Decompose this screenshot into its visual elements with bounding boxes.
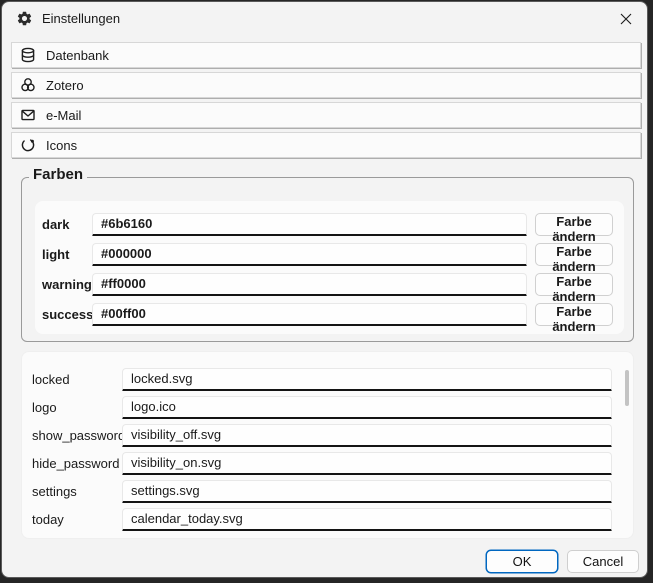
settings-dialog: Einstellungen Datenbank Zotero <box>1 1 648 578</box>
icon-row-logo: logo <box>32 393 633 421</box>
colors-group-title: Farben <box>29 166 87 183</box>
color-row-dark: dark Farbe ändern <box>35 209 624 239</box>
icon-file-input-logo[interactable] <box>122 396 612 419</box>
color-row-success: success Farbe ändern <box>35 299 624 329</box>
icon-row-show-password: show_password <box>32 421 633 449</box>
section-datenbank[interactable]: Datenbank <box>11 42 641 68</box>
section-email[interactable]: e-Mail <box>11 102 641 128</box>
titlebar[interactable]: Einstellungen <box>2 2 647 35</box>
gear-icon <box>16 10 33 27</box>
change-color-button[interactable]: Farbe ändern <box>535 213 613 236</box>
dialog-footer: OK Cancel <box>2 539 647 573</box>
icon-row-settings: settings <box>32 477 633 505</box>
color-label: warning <box>42 277 92 292</box>
color-label: dark <box>42 217 92 232</box>
section-icons[interactable]: Icons <box>11 132 641 158</box>
section-label: Zotero <box>46 78 84 93</box>
change-color-button[interactable]: Farbe ändern <box>535 303 613 326</box>
icon-label: settings <box>32 484 122 499</box>
ok-button[interactable]: OK <box>486 550 558 573</box>
icon-files-panel: locked logo show_password hide_password … <box>21 351 634 539</box>
cancel-button[interactable]: Cancel <box>567 550 639 573</box>
icon-file-input-locked[interactable] <box>122 368 612 391</box>
color-row-light: light Farbe ändern <box>35 239 624 269</box>
colors-groupbox: Farben dark Farbe ändern light Farbe änd… <box>21 177 634 342</box>
section-label: Icons <box>46 138 77 153</box>
colors-panel: dark Farbe ändern light Farbe ändern war… <box>35 201 624 334</box>
color-value-input-warning[interactable] <box>92 273 527 296</box>
window-title: Einstellungen <box>42 11 120 26</box>
zotero-icon <box>20 77 36 93</box>
icon-row-locked: locked <box>32 365 633 393</box>
change-color-button[interactable]: Farbe ändern <box>535 273 613 296</box>
color-value-input-dark[interactable] <box>92 213 527 236</box>
color-value-input-light[interactable] <box>92 243 527 266</box>
mail-icon <box>20 107 36 123</box>
refresh-icon <box>20 137 36 153</box>
icon-row-hide-password: hide_password <box>32 449 633 477</box>
vertical-scrollbar[interactable] <box>625 370 629 406</box>
color-row-warning: warning Farbe ändern <box>35 269 624 299</box>
icon-label: hide_password <box>32 456 122 471</box>
icon-file-input-hide-password[interactable] <box>122 452 612 475</box>
color-label: success <box>42 307 92 322</box>
section-zotero[interactable]: Zotero <box>11 72 641 98</box>
icon-file-input-settings[interactable] <box>122 480 612 503</box>
section-label: e-Mail <box>46 108 81 123</box>
color-label: light <box>42 247 92 262</box>
icon-label: today <box>32 512 122 527</box>
icon-label: locked <box>32 372 122 387</box>
database-icon <box>20 47 36 63</box>
icon-file-input-today[interactable] <box>122 508 612 531</box>
close-button[interactable] <box>605 4 647 34</box>
icon-file-input-show-password[interactable] <box>122 424 612 447</box>
change-color-button[interactable]: Farbe ändern <box>535 243 613 266</box>
icon-label: logo <box>32 400 122 415</box>
icon-label: show_password <box>32 428 122 443</box>
close-icon <box>620 13 632 25</box>
color-value-input-success[interactable] <box>92 303 527 326</box>
section-label: Datenbank <box>46 48 109 63</box>
icon-row-today: today <box>32 505 633 533</box>
settings-sections: Datenbank Zotero e-Mail Icons <box>2 35 647 158</box>
